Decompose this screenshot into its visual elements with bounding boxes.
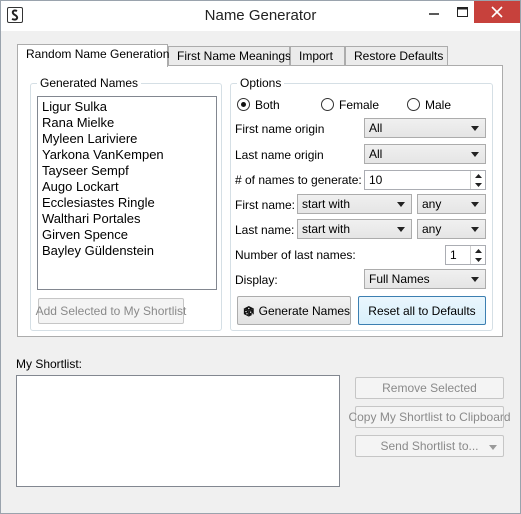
- gender-both-label: Both: [255, 98, 280, 112]
- list-item[interactable]: Bayley Güldenstein: [38, 243, 216, 259]
- chevron-down-icon: [397, 227, 405, 232]
- tab-import[interactable]: Import: [290, 46, 345, 66]
- chevron-down-icon: [471, 277, 479, 282]
- last-origin-value: All: [369, 147, 383, 161]
- chevron-down-icon: [471, 202, 479, 207]
- list-item[interactable]: Ligur Sulka: [38, 99, 216, 115]
- list-item[interactable]: Walthari Portales: [38, 211, 216, 227]
- list-item[interactable]: Ecclesiastes Ringle: [38, 195, 216, 211]
- app-window: Name Generator Random Name Generation Fi…: [0, 0, 521, 514]
- list-item[interactable]: Rana Mielke: [38, 115, 216, 131]
- last-name-mode-select[interactable]: start with: [297, 219, 412, 239]
- last-name-letter-value: any: [422, 222, 442, 236]
- last-name-mode-value: start with: [302, 222, 351, 236]
- options-label: Options: [237, 76, 285, 90]
- first-name-mode-value: start with: [302, 197, 351, 211]
- first-origin-label: First name origin: [235, 122, 325, 136]
- generated-names-label: Generated Names: [37, 76, 142, 90]
- last-name-label: Last name:: [235, 223, 295, 237]
- list-item[interactable]: Girven Spence: [38, 227, 216, 243]
- gender-male-radio[interactable]: [407, 98, 420, 111]
- display-value: Full Names: [369, 272, 430, 286]
- count-value: 10: [369, 173, 383, 187]
- first-name-letter-value: any: [422, 197, 442, 211]
- display-label: Display:: [235, 273, 278, 287]
- num-last-names-value: 1: [450, 248, 457, 262]
- stepper-buttons: [470, 246, 485, 264]
- generate-names-button[interactable]: Generate Names: [237, 296, 351, 325]
- first-origin-value: All: [369, 121, 383, 135]
- gender-female-label: Female: [339, 98, 380, 112]
- last-origin-select[interactable]: All: [364, 144, 486, 164]
- minimize-button[interactable]: [419, 1, 449, 23]
- display-select[interactable]: Full Names: [364, 269, 486, 289]
- generated-names-group: Generated Names Ligur Sulka Rana Mielke …: [30, 76, 222, 331]
- list-item[interactable]: Tayseer Sempf: [38, 163, 216, 179]
- close-icon: [491, 6, 503, 18]
- random-name-generation-panel: Generated Names Ligur Sulka Rana Mielke …: [17, 65, 503, 337]
- first-name-mode-select[interactable]: start with: [297, 194, 412, 214]
- remove-selected-button[interactable]: Remove Selected: [355, 377, 504, 399]
- send-shortlist-button[interactable]: Send Shortlist to...: [355, 435, 504, 457]
- title-bar: Name Generator: [1, 1, 520, 31]
- stepper-down-icon[interactable]: [471, 180, 485, 189]
- stepper-down-icon[interactable]: [471, 255, 485, 264]
- first-origin-select[interactable]: All: [364, 118, 486, 138]
- send-shortlist-label: Send Shortlist to...: [380, 439, 479, 453]
- num-last-names-stepper[interactable]: 1: [445, 245, 486, 265]
- count-stepper[interactable]: 10: [364, 170, 486, 190]
- first-name-label: First name:: [235, 198, 296, 212]
- num-last-names-label: Number of last names:: [235, 248, 356, 262]
- stepper-up-icon[interactable]: [471, 171, 485, 180]
- first-name-letter-select[interactable]: any: [417, 194, 486, 214]
- chevron-down-icon: [397, 202, 405, 207]
- list-item[interactable]: Yarkona VanKempen: [38, 147, 216, 163]
- chevron-down-icon: [471, 152, 479, 157]
- chevron-down-icon: [471, 126, 479, 131]
- shortlist-label: My Shortlist:: [16, 357, 83, 371]
- gender-female-radio[interactable]: [321, 98, 334, 111]
- reset-defaults-button[interactable]: Reset all to Defaults: [358, 296, 486, 325]
- stepper-buttons: [470, 171, 485, 189]
- chevron-down-icon: [471, 227, 479, 232]
- gender-male-label: Male: [425, 98, 452, 112]
- list-item[interactable]: Augo Lockart: [38, 179, 216, 195]
- generate-names-label: Generate Names: [258, 303, 350, 318]
- count-label: # of names to generate:: [235, 173, 362, 187]
- last-origin-label: Last name origin: [235, 148, 324, 162]
- tab-restore-defaults[interactable]: Restore Defaults: [345, 46, 448, 66]
- add-to-shortlist-button[interactable]: Add Selected to My Shortlist: [36, 298, 186, 324]
- stepper-up-icon[interactable]: [471, 246, 485, 255]
- last-name-letter-select[interactable]: any: [417, 219, 486, 239]
- tab-first-name-meanings[interactable]: First Name Meanings: [168, 46, 291, 66]
- list-item[interactable]: Myleen Lariviere: [38, 131, 216, 147]
- tab-random-name-generation[interactable]: Random Name Generation: [17, 44, 169, 67]
- maximize-button[interactable]: [447, 1, 477, 23]
- copy-shortlist-button[interactable]: Copy My Shortlist to Clipboard: [348, 406, 511, 428]
- options-group: Options Both Female Male First name orig…: [230, 76, 493, 331]
- generated-names-list[interactable]: Ligur Sulka Rana Mielke Myleen Lariviere…: [37, 96, 217, 290]
- shortlist-list[interactable]: [16, 375, 340, 487]
- close-button[interactable]: [474, 1, 520, 23]
- dice-icon: [243, 305, 254, 317]
- gender-both-radio[interactable]: [237, 98, 250, 111]
- chevron-down-icon: [489, 445, 497, 450]
